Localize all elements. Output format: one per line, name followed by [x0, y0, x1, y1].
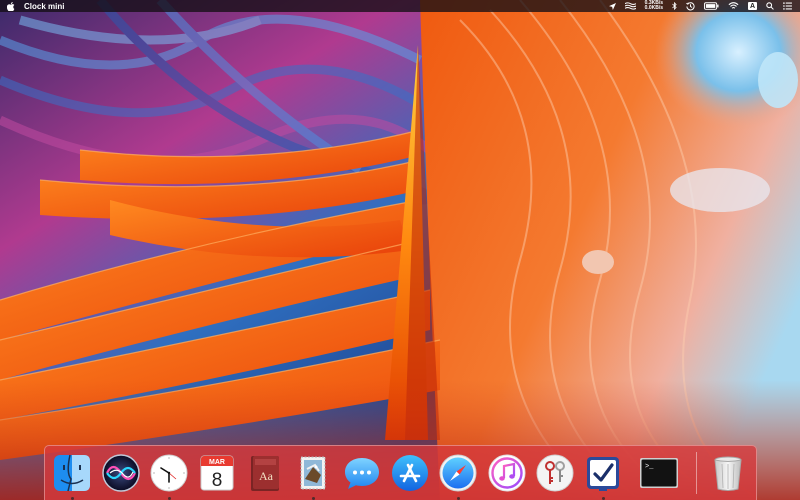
dock-item-safari[interactable] [436, 451, 480, 500]
active-app-name[interactable]: Clock mini [24, 2, 64, 11]
wifi-icon[interactable] [728, 0, 739, 12]
mail-stamp-icon [300, 456, 326, 490]
safari-compass-icon [439, 454, 477, 492]
network-speed-readout[interactable]: 0.3KB/s 0.0KB/s [645, 1, 663, 11]
dock-item-terminal[interactable]: >_ [637, 451, 681, 495]
itunes-note-icon [488, 454, 526, 492]
dock-item-trash[interactable] [706, 451, 750, 495]
dock-separator [696, 452, 697, 494]
dock-item-messages[interactable] [340, 451, 384, 495]
dock-item-calendar[interactable]: MAR 8 [195, 451, 239, 495]
messages-icon [345, 458, 379, 489]
dock-item-task-checker[interactable] [581, 451, 625, 500]
trash-icon [714, 456, 742, 491]
dock-item-keychain[interactable] [533, 451, 577, 495]
terminal-icon: >_ [640, 458, 678, 488]
finder-icon [54, 454, 90, 492]
checkmark-app-icon [587, 457, 619, 491]
istat-wave-icon[interactable] [624, 0, 636, 12]
dock: MAR 8 Aa >_ [44, 445, 757, 500]
bluetooth-icon[interactable] [672, 0, 677, 12]
calendar-icon: MAR 8 [200, 455, 234, 491]
dock-item-dictionary[interactable]: Aa [243, 451, 287, 495]
battery-icon[interactable] [704, 0, 719, 12]
calendar-month-label: MAR [209, 459, 225, 466]
desktop-wallpaper [0, 0, 800, 500]
dock-item-siri[interactable] [99, 451, 143, 495]
dictionary-glyph: Aa [259, 469, 274, 483]
apple-icon[interactable] [7, 0, 15, 12]
app-store-icon [392, 455, 428, 491]
dock-item-app-store[interactable] [388, 451, 432, 495]
input-source-indicator[interactable]: A [748, 2, 757, 10]
spotlight-search-icon[interactable] [766, 0, 774, 12]
notification-center-icon[interactable] [783, 0, 792, 12]
keychain-keys-icon [536, 454, 574, 492]
dock-item-itunes[interactable] [485, 451, 529, 495]
clock-icon [150, 454, 188, 492]
siri-icon [102, 454, 140, 492]
dock-item-finder[interactable] [50, 451, 94, 500]
calendar-day-label: 8 [212, 470, 223, 491]
dock-item-clock[interactable] [147, 451, 191, 500]
dock-item-mail[interactable] [291, 451, 335, 500]
network-download-speed: 0.0KB/s [644, 5, 663, 11]
terminal-prompt: >_ [645, 463, 654, 471]
menu-bar: Clock mini 0.3KB/s 0.0KB/s A [0, 0, 800, 12]
location-arrow-icon[interactable] [608, 0, 616, 12]
dictionary-icon: Aa [251, 456, 279, 491]
time-machine-icon[interactable] [686, 0, 695, 12]
